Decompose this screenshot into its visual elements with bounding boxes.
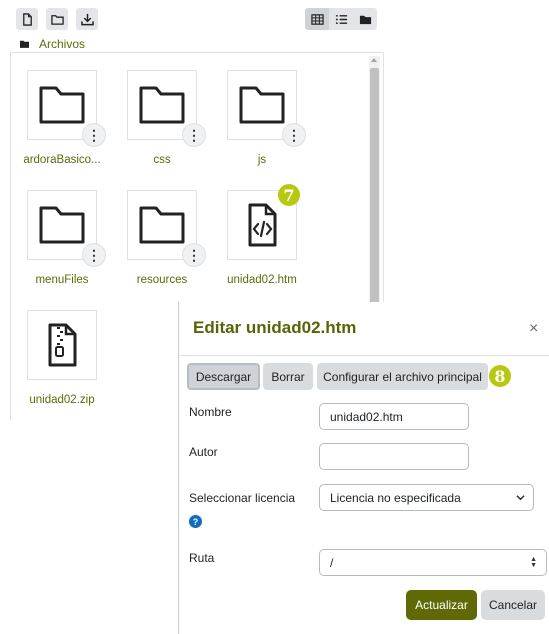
more-options-button[interactable]: ⋮ <box>82 243 106 267</box>
folder-icon <box>50 14 64 25</box>
path-label: Ruta <box>189 551 215 565</box>
file-name[interactable]: ardoraBasico... <box>12 154 112 166</box>
scrollbar-thumb[interactable] <box>370 68 379 306</box>
folder-icon <box>139 206 185 244</box>
scrollbar[interactable] <box>369 56 380 306</box>
grid-icon <box>310 13 324 25</box>
view-tree-button[interactable] <box>353 8 377 30</box>
more-options-button[interactable]: ⋮ <box>182 243 206 267</box>
folder-solid-icon <box>359 15 371 24</box>
file-item[interactable]: ⋮ js <box>212 70 312 166</box>
download-icon <box>80 13 94 25</box>
file-item[interactable]: unidad02.zip <box>12 310 112 406</box>
name-input[interactable]: unidad02.htm <box>319 403 469 430</box>
file-item[interactable]: unidad02.htm <box>212 190 312 286</box>
license-label: Seleccionar licencia <box>189 491 296 505</box>
folder-thumbnail[interactable]: ⋮ <box>27 190 106 267</box>
download-file-button[interactable]: Descargar <box>187 363 260 390</box>
set-main-file-button[interactable]: Configurar el archivo principal <box>317 363 488 390</box>
license-select[interactable]: Licencia no especificada <box>319 484 534 511</box>
update-button[interactable]: Actualizar <box>406 590 477 620</box>
kebab-icon: ⋮ <box>87 127 101 143</box>
create-file-button[interactable] <box>16 8 38 30</box>
file-name[interactable]: css <box>112 154 212 166</box>
delete-file-button[interactable]: Borrar <box>263 363 313 390</box>
kebab-icon: ⋮ <box>87 247 101 263</box>
view-switcher <box>305 8 377 30</box>
close-icon[interactable]: × <box>529 320 538 338</box>
scroll-up-arrow-icon[interactable] <box>371 58 377 62</box>
create-folder-button[interactable] <box>46 8 68 30</box>
view-icons-button[interactable] <box>305 8 329 30</box>
file-icon <box>22 12 32 26</box>
breadcrumb: Archivos <box>20 37 85 51</box>
kebab-icon: ⋮ <box>187 247 201 263</box>
folder-icon <box>39 206 85 244</box>
file-name[interactable]: resources <box>112 274 212 286</box>
folder-thumbnail[interactable]: ⋮ <box>227 70 306 147</box>
file-item[interactable]: ⋮ css <box>112 70 212 166</box>
name-label: Nombre <box>189 405 232 419</box>
chevron-down-icon <box>516 495 525 501</box>
code-file-icon <box>248 203 277 247</box>
folder-thumbnail[interactable]: ⋮ <box>127 190 206 267</box>
more-options-button[interactable]: ⋮ <box>82 123 106 147</box>
help-icon[interactable]: ? <box>189 515 202 528</box>
list-icon <box>335 14 347 24</box>
file-name[interactable]: js <box>212 154 312 166</box>
file-name[interactable]: unidad02.zip <box>12 394 112 406</box>
zip-file-thumbnail[interactable] <box>27 310 97 380</box>
path-select[interactable]: / ▲ ▼ <box>319 549 547 576</box>
file-item[interactable]: ⋮ resources <box>112 190 212 286</box>
path-select-value: / <box>330 555 334 570</box>
callout-badge-8: 8 <box>489 365 511 387</box>
updown-arrows-icon: ▲ ▼ <box>530 556 537 569</box>
edit-file-dialog: Editar unidad02.htm × Descargar Borrar C… <box>178 302 549 634</box>
folder-icon <box>39 86 85 124</box>
license-select-value: Licencia no especificada <box>330 490 461 505</box>
folder-thumbnail[interactable]: ⋮ <box>27 70 106 147</box>
dialog-title: Editar unidad02.htm <box>193 318 357 337</box>
file-name[interactable]: menuFiles <box>12 274 112 286</box>
file-item[interactable]: ⋮ menuFiles <box>12 190 112 286</box>
kebab-icon: ⋮ <box>287 127 301 143</box>
folder-solid-icon <box>20 40 29 48</box>
author-label: Autor <box>189 445 218 459</box>
kebab-icon: ⋮ <box>187 127 201 143</box>
dialog-divider <box>179 355 549 356</box>
file-item[interactable]: ⋮ ardoraBasico... <box>12 70 112 166</box>
more-options-button[interactable]: ⋮ <box>182 123 206 147</box>
more-options-button[interactable]: ⋮ <box>282 123 306 147</box>
folder-icon <box>139 86 185 124</box>
author-input[interactable] <box>319 443 469 470</box>
folder-icon <box>239 86 285 124</box>
view-details-button[interactable] <box>329 8 353 30</box>
callout-badge-7: 7 <box>278 184 300 206</box>
folder-thumbnail[interactable]: ⋮ <box>127 70 206 147</box>
cancel-button[interactable]: Cancelar <box>481 590 545 620</box>
file-name[interactable]: unidad02.htm <box>212 274 312 286</box>
breadcrumb-label[interactable]: Archivos <box>39 37 85 51</box>
zip-file-icon <box>48 323 77 367</box>
download-button[interactable] <box>76 8 98 30</box>
